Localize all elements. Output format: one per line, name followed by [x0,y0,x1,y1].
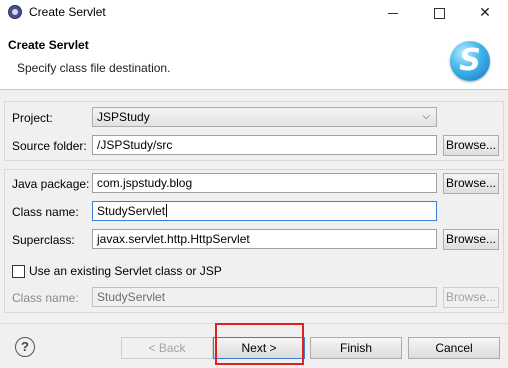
project-value: JSPStudy [97,110,150,124]
class-name-label: Class name: [12,205,79,219]
existing-class-name-input: StudyServlet [92,287,437,307]
text-caret [166,204,168,217]
class-name-value: StudyServlet [97,204,166,218]
source-folder-label: Source folder: [12,139,87,153]
use-existing-checkbox[interactable] [12,265,25,278]
back-button: < Back [121,337,213,359]
wizard-header: Create Servlet Specify class file destin… [0,26,508,90]
wizard-title: Create Servlet [8,38,89,52]
use-existing-label[interactable]: Use an existing Servlet class or JSP [29,264,222,278]
close-button[interactable]: ✕ [462,0,508,26]
help-icon[interactable]: ? [15,337,35,357]
source-folder-browse-button[interactable]: Browse... [443,135,499,156]
project-label: Project: [12,111,53,125]
superclass-browse-button[interactable]: Browse... [443,229,499,250]
source-folder-input[interactable]: /JSPStudy/src [92,135,437,155]
superclass-input[interactable]: javax.servlet.http.HttpServlet [92,229,437,249]
class-name-input[interactable]: StudyServlet [92,201,437,221]
window-title: Create Servlet [29,5,106,19]
maximize-icon [433,7,445,19]
wizard-subtitle: Specify class file destination. [17,61,171,75]
maximize-button[interactable] [416,0,462,26]
servlet-logo-icon: S [450,41,490,81]
java-package-input[interactable]: com.jspstudy.blog [92,173,437,193]
title-bar: Create Servlet ✕ [0,0,508,26]
next-button-highlight [215,323,304,365]
minimize-button[interactable] [370,0,416,26]
java-package-label: Java package: [12,177,90,191]
close-icon: ✕ [479,4,491,20]
chevron-down-icon: ⌵ [422,111,430,122]
app-icon [8,5,22,19]
existing-class-browse-button: Browse... [443,287,499,308]
finish-button[interactable]: Finish [310,337,402,359]
java-package-browse-button[interactable]: Browse... [443,173,499,194]
cancel-button[interactable]: Cancel [408,337,500,359]
minimize-icon [388,12,398,14]
existing-class-name-label: Class name: [12,291,79,305]
superclass-label: Superclass: [12,233,75,247]
project-combo[interactable]: JSPStudy ⌵ [92,107,437,127]
